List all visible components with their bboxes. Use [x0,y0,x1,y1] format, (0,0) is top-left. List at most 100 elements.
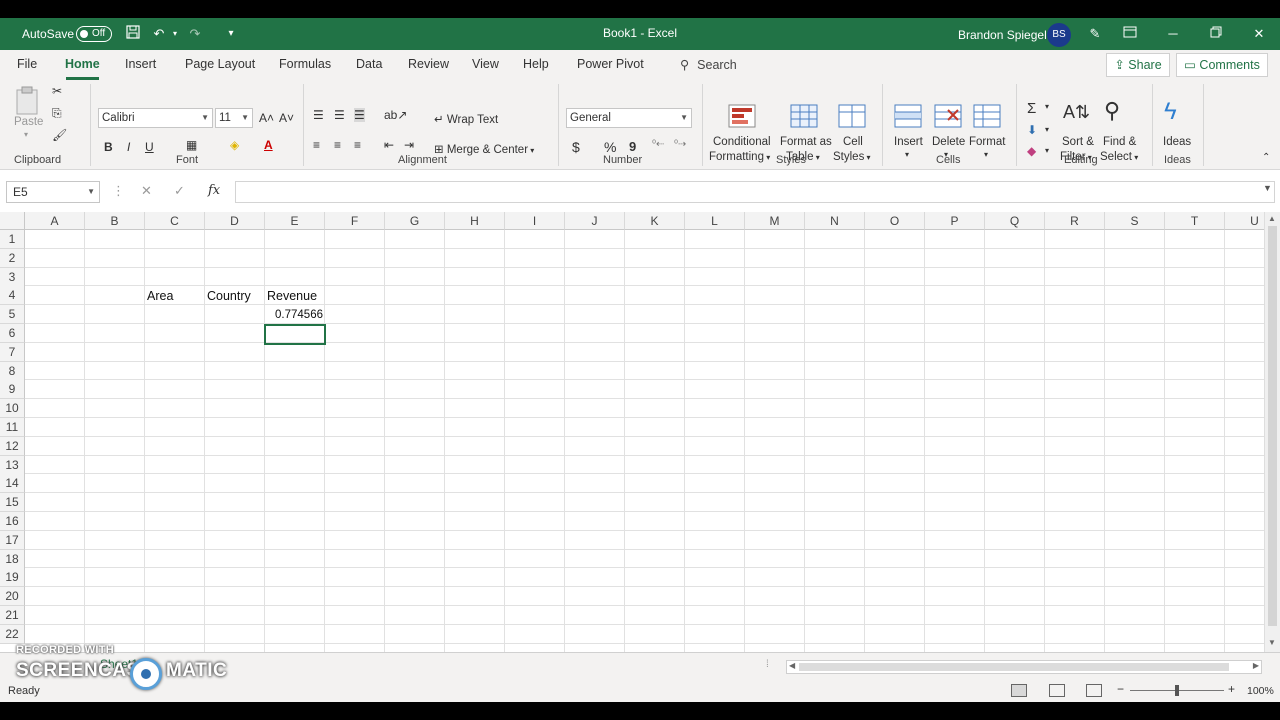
column-header-H[interactable]: H [445,212,505,230]
row-header-19[interactable]: 19 [0,568,25,588]
row-header-2[interactable]: 2 [0,248,25,268]
column-header-G[interactable]: G [385,212,445,230]
decrease-font-icon[interactable]: A˅ [279,111,294,125]
bold-button[interactable]: B [104,140,113,154]
tab-page-layout[interactable]: Page Layout [185,57,255,71]
row-header-12[interactable]: 12 [0,436,25,456]
row-header-5[interactable]: 5 [0,305,25,325]
decrease-indent-icon[interactable]: ⇤ [384,138,394,152]
row-header-17[interactable]: 17 [0,530,25,550]
tab-file[interactable]: File [17,57,37,71]
cut-icon[interactable]: ✂ [52,84,62,98]
cell-styles-label-1[interactable]: Cell [843,136,863,148]
sum-icon[interactable]: Σ [1027,100,1036,117]
share-button[interactable]: ⇪ Share [1106,53,1170,77]
percent-button[interactable]: % [604,139,616,155]
collapse-ribbon-icon[interactable]: ⌃ [1262,152,1270,163]
customize-qat-icon[interactable]: ▾ [222,25,240,43]
column-header-I[interactable]: I [505,212,565,230]
align-bottom-icon[interactable]: ☰ [354,108,365,122]
zoom-level[interactable]: 100% [1247,685,1274,697]
clear-icon[interactable]: ◆ [1027,144,1036,158]
autosave-toggle[interactable]: Off [76,26,112,42]
row-header-13[interactable]: 13 [0,455,25,475]
row-header-20[interactable]: 20 [0,587,25,607]
chevron-down-icon[interactable]: ▾ [905,150,909,159]
name-box[interactable]: E5 ▼ [6,181,100,203]
row-header-15[interactable]: 15 [0,493,25,513]
font-color-icon[interactable]: A [264,138,273,152]
cell-styles-icon[interactable] [838,104,868,130]
redo-icon[interactable]: ↷ [186,25,204,43]
scroll-up-icon[interactable]: ▲ [1268,214,1276,223]
chevron-down-icon[interactable]: ▾ [1045,125,1049,134]
paste-icon[interactable] [14,86,44,115]
zoom-in-icon[interactable]: + [1228,682,1235,696]
increase-indent-icon[interactable]: ⇥ [404,138,414,152]
currency-button[interactable]: $ [572,139,580,155]
selected-cell-E5[interactable] [264,324,326,345]
format-as-table-label-1[interactable]: Format as [780,136,832,148]
column-header-M[interactable]: M [745,212,805,230]
comma-style-button[interactable]: 9 [629,139,636,154]
align-left-icon[interactable]: ≡ [313,138,320,152]
format-as-table-icon[interactable] [790,104,820,130]
sort-filter-icon[interactable]: A⇅ [1063,102,1090,123]
increase-font-icon[interactable]: A˄ [259,111,274,125]
row-header-4[interactable]: 4 [0,286,25,306]
wrap-text-button[interactable]: ↵ Wrap Text [434,112,498,126]
delete-cells-label[interactable]: Delete [932,136,965,148]
column-header-P[interactable]: P [925,212,985,230]
undo-dropdown-icon[interactable]: ▾ [166,25,184,43]
tab-review[interactable]: Review [408,57,449,71]
format-cells-label[interactable]: Format [969,136,1005,148]
chevron-down-icon[interactable]: ▾ [984,150,988,159]
select-all-corner[interactable] [0,212,25,230]
ribbon-display-icon[interactable] [1120,24,1140,44]
sort-filter-label-1[interactable]: Sort & [1062,136,1094,148]
row-header-14[interactable]: 14 [0,474,25,494]
format-painter-icon[interactable]: 🖌 [52,128,67,142]
column-header-R[interactable]: R [1045,212,1105,230]
column-header-B[interactable]: B [85,212,145,230]
cancel-icon[interactable]: ✕ [141,183,152,199]
normal-view-icon[interactable] [1011,684,1027,697]
column-header-C[interactable]: C [145,212,205,230]
column-header-F[interactable]: F [325,212,385,230]
scroll-right-icon[interactable]: ▶ [1253,661,1259,670]
column-header-S[interactable]: S [1105,212,1165,230]
avatar[interactable]: BS [1047,23,1071,47]
horizontal-scroll-thumb[interactable] [799,663,1229,671]
tab-insert[interactable]: Insert [125,57,156,71]
column-header-E[interactable]: E [265,212,325,230]
scroll-down-icon[interactable]: ▼ [1268,638,1276,647]
row-header-22[interactable]: 22 [0,624,25,644]
fill-color-icon[interactable]: ◈ [230,138,239,152]
insert-function-button[interactable]: fx [208,183,220,198]
chevron-down-icon[interactable]: ▾ [1045,146,1049,155]
paste-dropdown-icon[interactable]: ▾ [24,130,28,139]
zoom-slider-thumb[interactable] [1175,685,1179,696]
find-select-label-1[interactable]: Find & [1103,136,1136,148]
tab-formulas[interactable]: Formulas [279,57,331,71]
tab-home[interactable]: Home [65,57,100,71]
column-header-O[interactable]: O [865,212,925,230]
formula-input[interactable] [235,181,1275,203]
scroll-left-icon[interactable]: ◀ [789,661,795,670]
worksheet-grid[interactable]: ABCDEFGHIJKLMNOPQRSTU 1 2 3 4 5 6 7 8 9 10 11 12 13 1… [0,212,1280,652]
underline-button[interactable]: U [145,140,154,154]
row-header-8[interactable]: 8 [0,361,25,381]
align-top-icon[interactable]: ☰ [313,108,324,122]
vertical-scroll-thumb[interactable] [1268,226,1277,626]
delete-cells-icon[interactable] [934,104,964,130]
page-break-view-icon[interactable] [1086,684,1102,697]
pen-icon[interactable]: ✎ [1085,24,1105,44]
font-size-combo[interactable]: 11 ▼ [215,108,253,128]
row-header-10[interactable]: 10 [0,399,25,419]
restore-icon[interactable] [1206,24,1226,44]
format-cells-icon[interactable] [973,104,1003,130]
ideas-icon[interactable]: ϟ [1164,98,1177,126]
cell-D3[interactable]: Country [207,287,251,306]
tab-view[interactable]: View [472,57,499,71]
orientation-icon[interactable]: ab↗ [384,108,407,122]
